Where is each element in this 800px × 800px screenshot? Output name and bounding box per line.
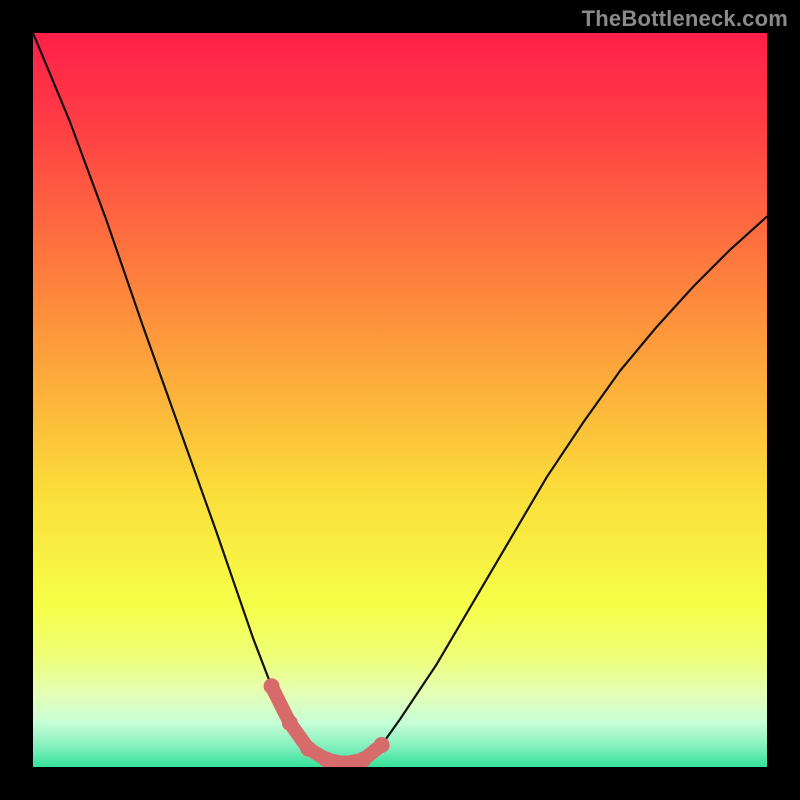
min-dot [282,715,298,731]
chart-stage: TheBottleneck.com [0,0,800,800]
curve-layer [33,33,767,767]
plot-area [33,33,767,767]
min-dot [355,752,371,767]
watermark-text: TheBottleneck.com [582,6,788,32]
min-dot [264,678,280,694]
min-dot [300,741,316,757]
min-dot [374,737,390,753]
bottleneck-curve [33,33,767,763]
min-dot [319,752,335,767]
